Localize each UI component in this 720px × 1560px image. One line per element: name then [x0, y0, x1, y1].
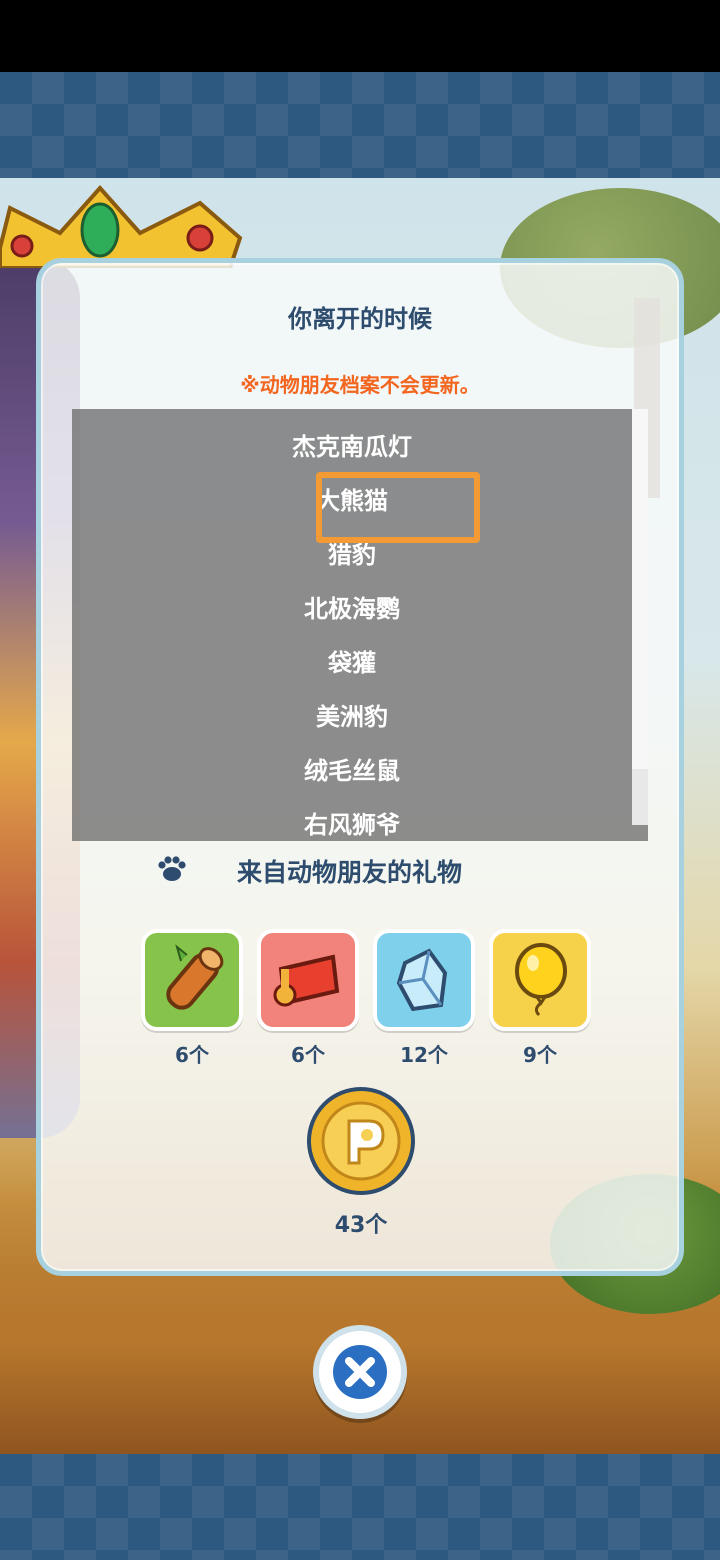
gift-item-cloth: 6个 [257, 929, 359, 1068]
crystal-icon [396, 948, 448, 1012]
pavilion-coin-icon [307, 1087, 415, 1195]
list-scrollbar[interactable] [632, 409, 648, 825]
profile-warning: ※动物朋友档案不会更新。 [240, 373, 480, 397]
away-rewards-dialog: 你离开的时候 ※动物朋友档案不会更新。 杰克南瓜灯 大熊猫 猎豹 北极海鹦 袋獾… [36, 258, 684, 1276]
top-pattern-band [0, 72, 720, 178]
bottom-pattern-band [0, 1454, 720, 1560]
gift-count: 6个 [175, 1043, 209, 1067]
gift-item-balloon: 9个 [489, 929, 591, 1068]
gift-tile [489, 929, 591, 1031]
balloon-icon [515, 943, 567, 1017]
paw-icon [158, 856, 186, 881]
dialog-title: 你离开的时候 [288, 305, 432, 333]
gift-count: 9个 [523, 1043, 557, 1067]
status-bar [0, 0, 720, 72]
list-item: 美洲豹 [316, 703, 388, 731]
highlight-box [316, 472, 480, 543]
gift-item-wood: 6个 [141, 929, 243, 1068]
wood-log-icon [166, 944, 224, 1010]
visiting-animals-list[interactable]: 杰克南瓜灯 大熊猫 猎豹 北极海鹦 袋獾 美洲豹 绒毛丝鼠 右风狮爷 [72, 409, 648, 841]
gift-section-title: 来自动物朋友的礼物 [237, 858, 463, 887]
crown-icon [0, 184, 243, 268]
scrollbar-thumb[interactable] [632, 409, 648, 769]
gift-tile [373, 929, 475, 1031]
list-item: 北极海鹦 [304, 595, 400, 623]
pavilion-coin-item: 43个 [305, 1085, 417, 1239]
gift-count: 12个 [400, 1043, 448, 1067]
gift-header: 来自动物朋友的礼物 [41, 851, 679, 891]
close-icon [333, 1345, 387, 1399]
cloth-roll-icon [273, 954, 340, 1007]
gift-item-crystal: 12个 [373, 929, 475, 1068]
gift-tile [141, 929, 243, 1031]
coin-count: 43个 [334, 1213, 388, 1238]
gift-tile [257, 929, 359, 1031]
list-item: 右风狮爷 [304, 811, 400, 839]
list-item: 绒毛丝鼠 [304, 757, 400, 785]
close-button[interactable] [313, 1325, 407, 1419]
list-item: 杰克南瓜灯 [292, 433, 412, 461]
list-item: 袋獾 [328, 649, 376, 677]
gift-count: 6个 [291, 1043, 325, 1067]
